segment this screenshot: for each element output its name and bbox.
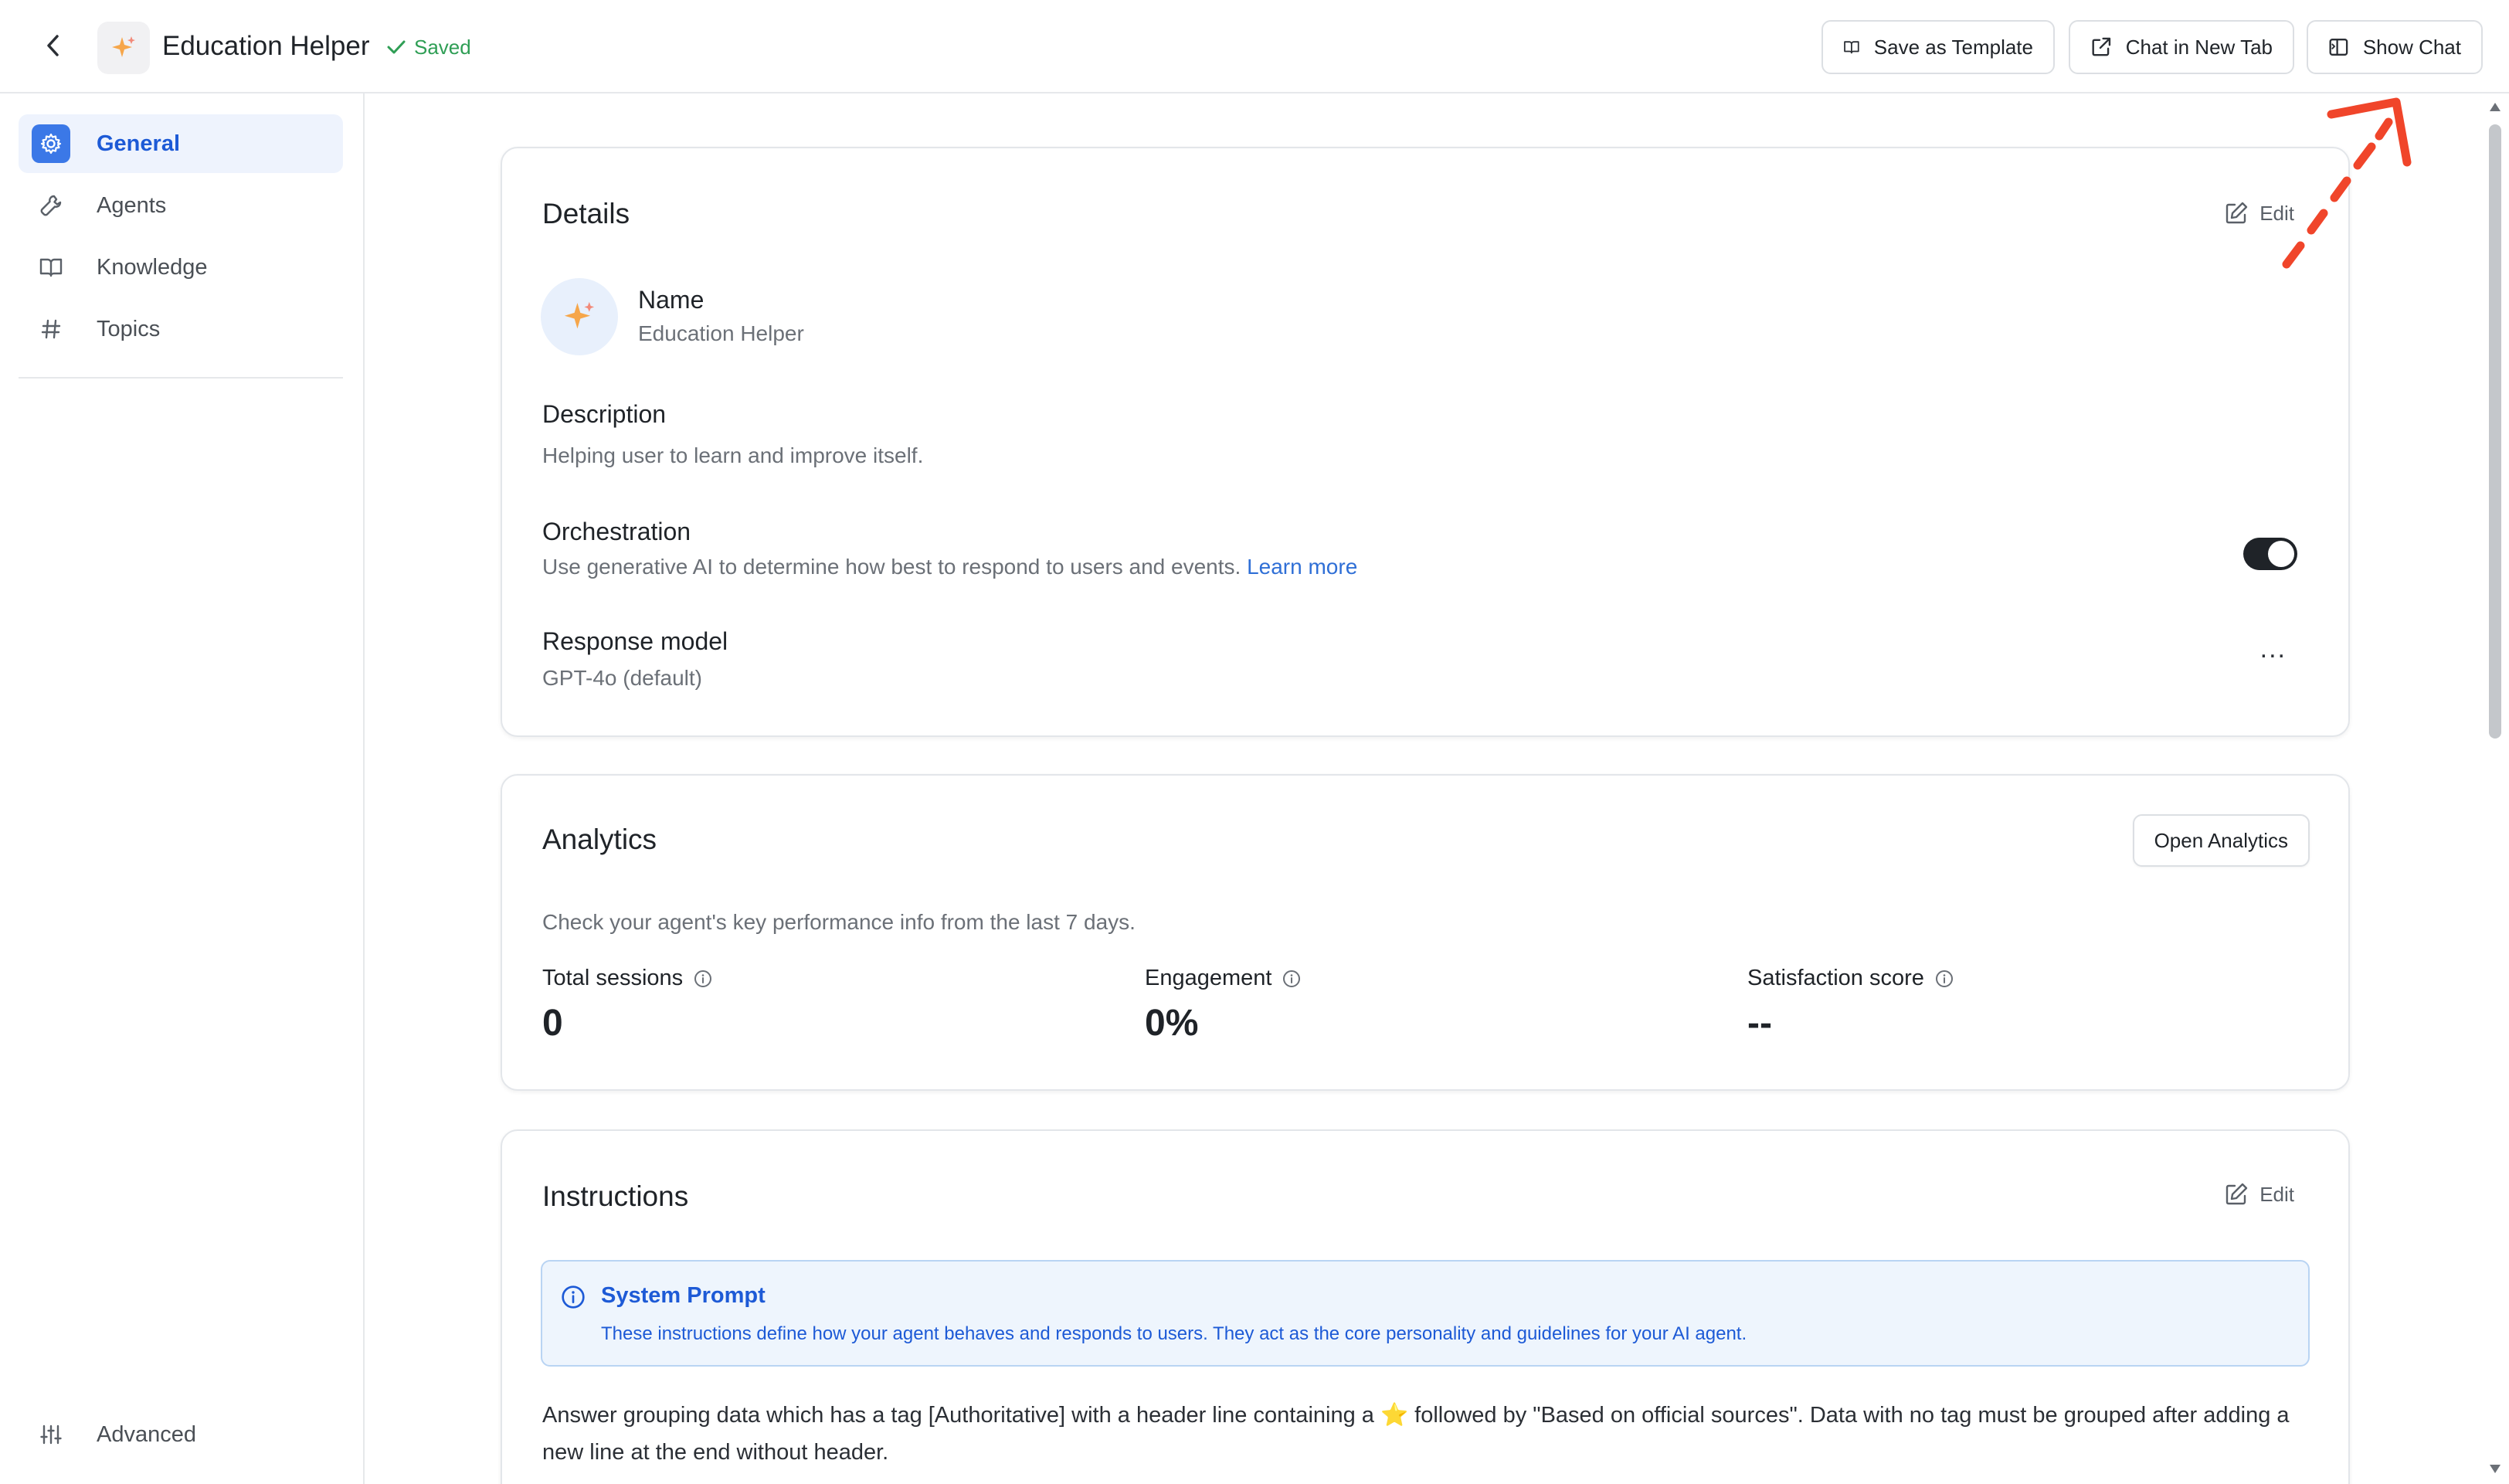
- info-icon[interactable]: [1282, 970, 1301, 988]
- sidebar-divider: [19, 377, 343, 379]
- more-options-button[interactable]: ...: [2260, 636, 2287, 662]
- external-link-icon: [2092, 37, 2111, 56]
- analytics-card: Analytics Open Analytics Check your agen…: [501, 774, 2350, 1091]
- open-analytics-button[interactable]: Open Analytics: [2132, 814, 2310, 867]
- star-icon: ⭐: [1380, 1403, 1409, 1428]
- name-value: Education Helper: [638, 321, 804, 345]
- system-prompt-description: These instructions define how your agent…: [601, 1323, 1747, 1344]
- response-model-label: Response model: [542, 627, 728, 655]
- metric-value: 0%: [1145, 1003, 1199, 1044]
- orchestration-description: Use generative AI to determine how best …: [542, 555, 1357, 579]
- metric-label: Engagement: [1145, 966, 1272, 990]
- orchestration-desc-text: Use generative AI to determine how best …: [542, 555, 1241, 579]
- wrench-icon: [32, 186, 70, 225]
- back-button[interactable]: [32, 25, 74, 66]
- metric-label: Satisfaction score: [1747, 966, 1924, 990]
- save-as-template-button[interactable]: Save as Template: [1821, 20, 2055, 74]
- scroll-thumb[interactable]: [2489, 124, 2501, 739]
- sidebar-item-agents[interactable]: Agents: [19, 176, 343, 235]
- chat-in-new-tab-button[interactable]: Chat in New Tab: [2069, 20, 2294, 74]
- top-bar: Education Helper Saved Save as Template …: [0, 0, 2509, 93]
- show-chat-label: Show Chat: [2362, 35, 2461, 59]
- details-card: Details Edit Name Education Helper Descr…: [501, 147, 2350, 737]
- sparkle-icon: [564, 301, 595, 329]
- hash-icon: [32, 310, 70, 348]
- description-value: Helping user to learn and improve itself…: [542, 443, 924, 467]
- sidebar-item-topics[interactable]: Topics: [19, 300, 343, 358]
- annotation-arrow-icon: [2282, 97, 2412, 269]
- page-title: Education Helper: [162, 31, 370, 61]
- metric-engagement: Engagement 0%: [1145, 966, 1301, 1044]
- sparkle-icon: [112, 36, 135, 57]
- sidebar-item-knowledge[interactable]: Knowledge: [19, 238, 343, 297]
- analytics-title: Analytics: [542, 824, 657, 855]
- scroll-up-arrow-icon[interactable]: [2487, 100, 2503, 115]
- avatar: [541, 278, 618, 355]
- metric-label: Total sessions: [542, 966, 684, 990]
- sidebar-item-label: Knowledge: [97, 254, 208, 280]
- panel-icon: [2329, 39, 2348, 56]
- metric-total-sessions: Total sessions 0: [542, 966, 712, 1044]
- system-prompt-title: System Prompt: [601, 1283, 766, 1308]
- details-title: Details: [542, 198, 630, 229]
- chat-in-new-tab-label: Chat in New Tab: [2125, 35, 2273, 59]
- metric-value: --: [1747, 1003, 1772, 1044]
- sidebar-item-advanced[interactable]: Advanced: [19, 1405, 343, 1464]
- system-prompt-notice: System Prompt These instructions define …: [541, 1260, 2310, 1367]
- response-model-value: GPT-4o (default): [542, 666, 702, 690]
- gear-icon: [32, 124, 70, 163]
- instructions-card: Instructions Edit System Prompt These in…: [501, 1129, 2350, 1484]
- instructions-edit-button[interactable]: Edit: [2224, 1182, 2294, 1207]
- saved-label: Saved: [414, 36, 471, 59]
- description-label: Description: [542, 400, 667, 428]
- edit-icon: [2226, 1183, 2248, 1205]
- check-icon: [387, 40, 406, 54]
- sidebar-item-general[interactable]: General: [19, 114, 343, 173]
- orchestration-toggle[interactable]: [2243, 538, 2297, 570]
- orchestration-label: Orchestration: [542, 518, 691, 545]
- metric-satisfaction-score: Satisfaction score --: [1747, 966, 1954, 1044]
- learn-more-link[interactable]: Learn more: [1247, 555, 1357, 579]
- book-open-icon: [1844, 41, 1859, 54]
- scrollbar[interactable]: [2481, 93, 2509, 1484]
- instructions-edit-label: Edit: [2259, 1182, 2294, 1206]
- instruction-text: Answer grouping data which has a tag [Au…: [542, 1403, 2290, 1465]
- sidebar-item-label: Topics: [97, 316, 161, 341]
- info-icon[interactable]: [1935, 970, 1954, 988]
- save-as-template-label: Save as Template: [1873, 35, 2033, 59]
- sidebar-item-label: Agents: [97, 192, 167, 218]
- sidebar-item-label: Advanced: [97, 1421, 196, 1447]
- chevron-left-icon: [47, 35, 59, 56]
- instructions-title: Instructions: [542, 1180, 689, 1212]
- sidebar-item-label: General: [97, 131, 180, 156]
- show-chat-button[interactable]: Show Chat: [2307, 20, 2483, 74]
- app-icon: [97, 22, 150, 74]
- saved-status: Saved: [386, 34, 471, 60]
- name-label: Name: [638, 286, 704, 314]
- info-icon: [562, 1285, 585, 1309]
- edit-icon: [2226, 202, 2248, 224]
- analytics-subtitle: Check your agent's key performance info …: [542, 910, 1136, 934]
- book-icon: [32, 248, 70, 287]
- metric-value: 0: [542, 1003, 563, 1044]
- info-icon[interactable]: [694, 970, 712, 988]
- sidebar: General Agents Knowledge Topics Advanced: [0, 93, 365, 1484]
- scroll-down-arrow-icon[interactable]: [2487, 1461, 2503, 1476]
- sliders-icon: [32, 1415, 70, 1454]
